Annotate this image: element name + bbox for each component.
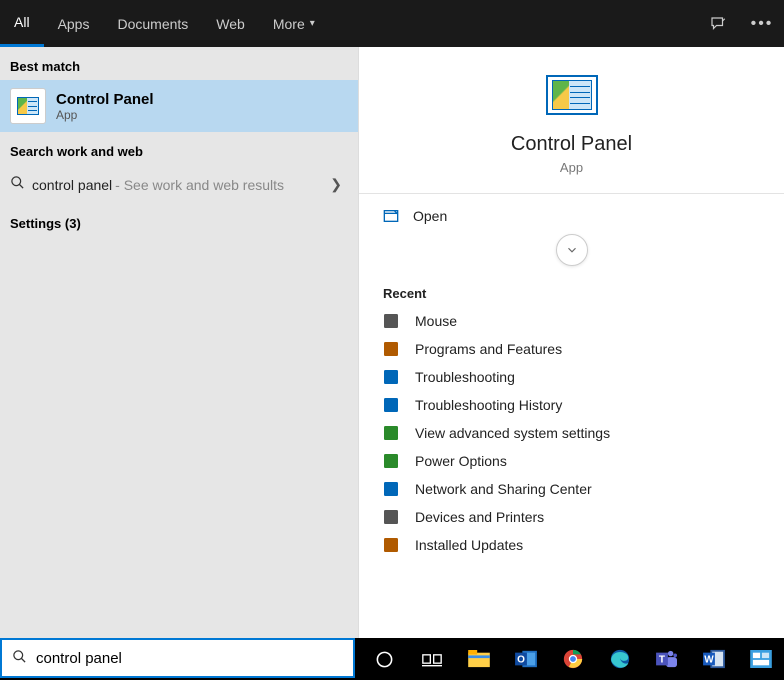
recent-item-icon <box>383 397 399 413</box>
recent-item-label: View advanced system settings <box>415 425 610 441</box>
recent-item[interactable]: Mouse <box>359 307 784 335</box>
section-settings[interactable]: Settings (3) <box>0 204 358 237</box>
tab-apps[interactable]: Apps <box>44 0 104 47</box>
recent-item-label: Troubleshooting History <box>415 397 562 413</box>
open-button[interactable]: Open <box>359 194 784 238</box>
section-search-web: Search work and web <box>0 132 358 165</box>
control-panel-icon <box>10 88 46 124</box>
taskbar-teams-icon[interactable]: T <box>643 638 690 680</box>
recent-item-icon <box>383 537 399 553</box>
tab-web[interactable]: Web <box>202 0 259 47</box>
recent-item-label: Troubleshooting <box>415 369 515 385</box>
recent-item-label: Power Options <box>415 453 507 469</box>
recent-item-label: Programs and Features <box>415 341 562 357</box>
best-match-result[interactable]: Control Panel App <box>0 80 358 132</box>
taskbar-file-explorer-icon[interactable] <box>455 638 502 680</box>
recent-item-icon <box>383 369 399 385</box>
section-best-match: Best match <box>0 47 358 80</box>
best-match-title: Control Panel <box>56 91 154 108</box>
recent-item[interactable]: Devices and Printers <box>359 503 784 531</box>
taskbar-edge-icon[interactable] <box>596 638 643 680</box>
preview-subtitle: App <box>359 160 784 175</box>
taskbar-preview-app-icon[interactable] <box>737 638 784 680</box>
svg-text:O: O <box>517 655 525 666</box>
expand-chevron-button[interactable] <box>556 234 588 266</box>
recent-heading: Recent <box>359 282 784 307</box>
recent-item-label: Installed Updates <box>415 537 523 553</box>
more-options-icon[interactable]: ••• <box>740 0 784 47</box>
recent-item[interactable]: Troubleshooting <box>359 363 784 391</box>
recent-item[interactable]: View advanced system settings <box>359 419 784 447</box>
svg-text:W: W <box>704 655 714 666</box>
recent-item-icon <box>383 509 399 525</box>
chevron-down-icon: ▾ <box>310 18 315 29</box>
taskbar-cortana-icon[interactable] <box>361 638 408 680</box>
svg-text:T: T <box>658 655 664 666</box>
recent-item-icon <box>383 481 399 497</box>
search-input[interactable] <box>36 640 353 676</box>
chevron-down-icon <box>565 243 579 257</box>
recent-item[interactable]: Network and Sharing Center <box>359 475 784 503</box>
feedback-icon[interactable] <box>696 0 740 47</box>
chevron-right-icon: ❯ <box>330 176 348 193</box>
tab-documents[interactable]: Documents <box>103 0 202 47</box>
tab-more[interactable]: More▾ <box>259 0 329 47</box>
taskbar-word-icon[interactable]: W <box>690 638 737 680</box>
recent-item-label: Mouse <box>415 313 457 329</box>
recent-item[interactable]: Power Options <box>359 447 784 475</box>
open-icon <box>383 209 399 223</box>
tab-all[interactable]: All <box>0 0 44 47</box>
recent-item-icon <box>383 425 399 441</box>
search-icon <box>10 175 32 194</box>
best-match-subtitle: App <box>56 108 154 122</box>
search-icon <box>2 649 36 668</box>
taskbar-task-view-icon[interactable] <box>408 638 455 680</box>
recent-item[interactable]: Troubleshooting History <box>359 391 784 419</box>
taskbar-chrome-icon[interactable] <box>549 638 596 680</box>
control-panel-icon <box>546 75 598 115</box>
taskbar: OTW <box>0 638 784 680</box>
web-search-text: control panel <box>32 177 112 193</box>
preview-panel: Control Panel App Open Recent Mouse Progr… <box>358 47 784 638</box>
recent-item-icon <box>383 453 399 469</box>
search-filter-tabs: All Apps Documents Web More▾ ••• <box>0 0 784 47</box>
results-panel: Best match Control Panel App Search work… <box>0 47 358 638</box>
web-search-result[interactable]: control panel - See work and web results… <box>0 165 358 204</box>
taskbar-outlook-icon[interactable]: O <box>502 638 549 680</box>
recent-item[interactable]: Programs and Features <box>359 335 784 363</box>
web-search-hint: - See work and web results <box>115 177 284 193</box>
recent-item[interactable]: Installed Updates <box>359 531 784 559</box>
recent-item-icon <box>383 313 399 329</box>
recent-item-label: Devices and Printers <box>415 509 544 525</box>
recent-item-label: Network and Sharing Center <box>415 481 592 497</box>
recent-item-icon <box>383 341 399 357</box>
search-box[interactable] <box>0 638 355 678</box>
preview-title: Control Panel <box>359 133 784 156</box>
